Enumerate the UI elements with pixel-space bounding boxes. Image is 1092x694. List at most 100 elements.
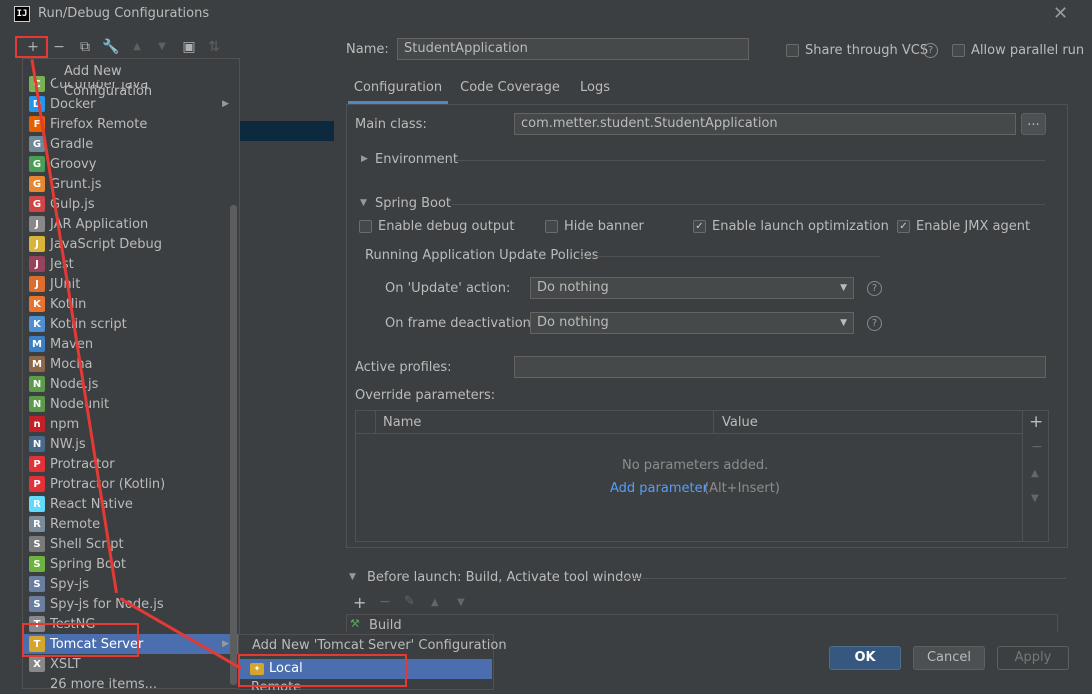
config-type-item[interactable]: F Firefox Remote [23,114,239,134]
enable-jmx-checkbox[interactable]: ✓ [897,220,910,233]
config-type-item[interactable]: N Nodeunit [23,394,239,414]
config-type-item[interactable]: 26 more items... [23,674,239,694]
config-type-item[interactable]: G Grunt.js [23,174,239,194]
config-type-item[interactable]: S Spy-js [23,574,239,594]
active-profiles-input[interactable] [514,356,1046,378]
config-type-label: Gradle [50,136,94,152]
protractor-icon: P [29,456,45,472]
config-type-item[interactable]: R React Native [23,494,239,514]
enable-debug-checkbox[interactable] [359,220,372,233]
config-type-item[interactable]: G Groovy [23,154,239,174]
allow-parallel-label: Allow parallel run [971,43,1085,58]
config-type-item[interactable]: P Protractor (Kotlin) [23,474,239,494]
tab-configuration[interactable]: Configuration [348,78,448,104]
build-icon: ⚒ [350,617,360,630]
config-type-label: NW.js [50,436,86,452]
config-type-item[interactable]: S Shell Script [23,534,239,554]
config-type-label: Groovy [50,156,97,172]
help-icon[interactable]: ? [867,316,882,331]
config-type-item[interactable]: K Kotlin script [23,314,239,334]
config-type-item[interactable]: n npm [23,414,239,434]
before-launch-list[interactable]: ⚒ Build [346,614,1058,632]
config-type-label: React Native [50,496,133,512]
spring-boot-section[interactable]: Spring Boot [375,196,451,211]
config-type-item[interactable]: K Kotlin [23,294,239,314]
on-frame-select[interactable]: Do nothing ▼ [530,312,854,334]
close-icon[interactable]: ✕ [1053,3,1068,24]
kotlin-script-icon: K [29,316,45,332]
move-task-down-icon[interactable]: ▼ [457,597,465,608]
config-type-item[interactable]: P Protractor [23,454,239,474]
tab-code-coverage[interactable]: Code Coverage [457,78,563,104]
config-type-item[interactable]: M Maven [23,334,239,354]
popup-scrollbar[interactable] [230,205,237,685]
copy-configuration-button[interactable]: ⧉ [76,38,94,56]
edit-defaults-button[interactable]: 🔧 [102,38,120,56]
submenu-arrow-icon: ▶ [222,99,229,109]
add-parameter-hint: (Alt+Insert) [704,481,780,496]
move-param-up-icon[interactable]: ▲ [1031,468,1039,479]
config-type-label: Node.js [50,376,99,392]
chevron-right-icon[interactable]: ▶ [361,154,368,164]
config-type-item[interactable]: X XSLT [23,654,239,674]
config-type-item[interactable]: N Node.js [23,374,239,394]
chevron-down-icon[interactable]: ▼ [349,572,356,582]
config-type-item[interactable]: J JavaScript Debug [23,234,239,254]
annotation-add-box [15,36,48,58]
folder-button[interactable]: ▣ [180,38,198,56]
share-vcs-checkbox[interactable] [786,44,799,57]
config-type-label: Firefox Remote [50,116,148,132]
main-class-input[interactable]: com.metter.student.StudentApplication [514,113,1016,135]
sort-button[interactable]: ⇅ [205,38,223,56]
edit-task-icon[interactable]: ✎ [404,594,415,609]
config-type-item[interactable]: S Spring Boot [23,554,239,574]
chevron-down-icon[interactable]: ▼ [360,198,367,208]
config-type-item[interactable]: JJUnit [23,274,239,294]
add-parameter-plus-icon[interactable]: + [1029,412,1043,432]
add-configuration-popup[interactable]: CCucumber javaDDocker▶FFirefox RemoteGGr… [22,58,240,692]
environment-section[interactable]: Environment [375,152,458,167]
build-task-label: Build [369,618,402,632]
annotation-tomcat-box [22,623,139,657]
remove-configuration-button[interactable]: − [50,38,68,56]
config-type-item[interactable]: J Jest [23,254,239,274]
add-task-icon[interactable]: + [353,593,366,612]
config-type-item[interactable]: G Gradle [23,134,239,154]
on-update-select[interactable]: Do nothing ▼ [530,277,854,299]
config-type-label: Kotlin script [50,316,127,332]
environment-divider [455,160,1045,161]
col-value-header[interactable]: Value [722,415,758,430]
window-title: Run/Debug Configurations [38,6,210,21]
before-launch-heading[interactable]: Before launch: Build, Activate tool wind… [367,570,642,585]
move-down-button[interactable]: ▼ [153,38,171,56]
cancel-button[interactable]: Cancel [913,646,985,670]
hide-banner-checkbox[interactable] [545,220,558,233]
move-task-up-icon[interactable]: ▲ [431,597,439,608]
tomcat-submenu-header: Add New 'Tomcat Server' Configuration [252,638,507,653]
config-type-item[interactable]: M Mocha [23,354,239,374]
help-icon[interactable]: ? [923,43,938,58]
col-name-header[interactable]: Name [383,415,421,430]
config-type-item[interactable]: R Remote [23,514,239,534]
ok-button[interactable]: OK [829,646,901,670]
active-profiles-label: Active profiles: [355,360,452,375]
remove-parameter-icon[interactable]: − [1031,439,1043,455]
name-input[interactable]: StudentApplication [397,38,749,60]
xslt-icon: X [29,656,45,672]
move-up-button[interactable]: ▲ [128,38,146,56]
tab-logs[interactable]: Logs [573,78,617,104]
add-parameter-link[interactable]: Add parameter [610,481,708,496]
enable-jmx-label: Enable JMX agent [916,219,1031,234]
browse-main-class-button[interactable]: ... [1021,113,1046,135]
jest-icon: J [29,256,45,272]
config-tree-selected-row[interactable] [238,121,334,141]
apply-button[interactable]: Apply [997,646,1069,670]
allow-parallel-checkbox[interactable] [952,44,965,57]
move-param-down-icon[interactable]: ▼ [1031,493,1039,504]
react-icon: R [29,496,45,512]
remove-task-icon[interactable]: − [379,594,391,610]
help-icon[interactable]: ? [867,281,882,296]
enable-launch-optimization-checkbox[interactable]: ✓ [693,220,706,233]
table-side-divider [1022,411,1023,541]
config-type-item[interactable]: N NW.js [23,434,239,454]
